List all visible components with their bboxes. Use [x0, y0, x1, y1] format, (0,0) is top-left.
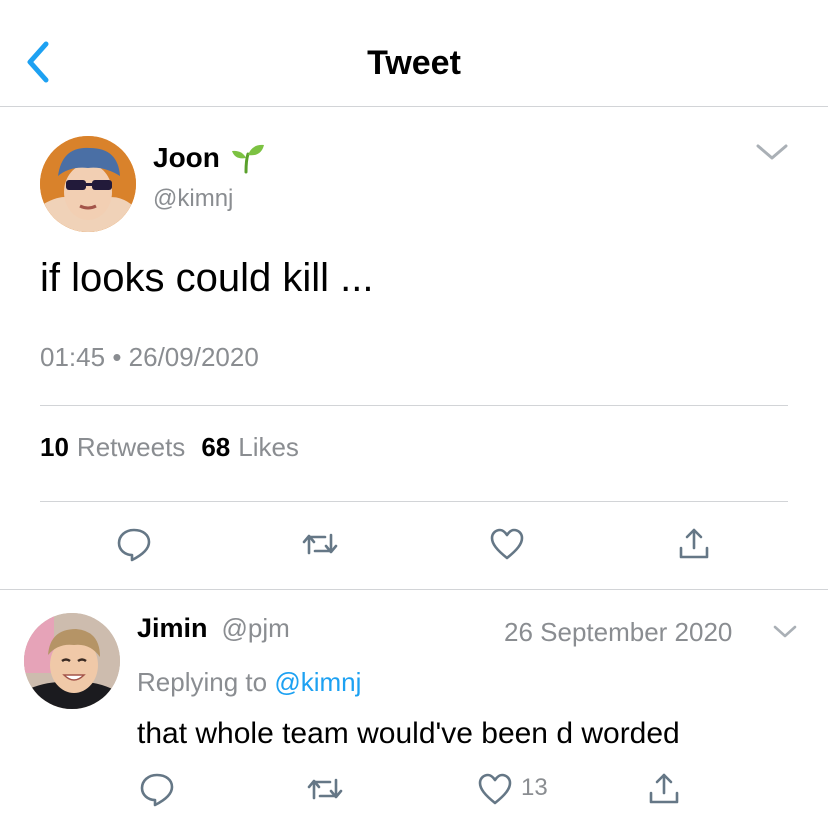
share-icon	[649, 773, 679, 804]
share-button[interactable]	[644, 769, 684, 809]
retweet-icon	[302, 533, 338, 555]
avatar[interactable]	[24, 613, 120, 709]
chevron-down-icon	[756, 144, 788, 160]
retweets-label: Retweets	[76, 432, 186, 462]
reply-like-count: 13	[521, 774, 548, 801]
avatar-image	[24, 613, 120, 709]
avatar[interactable]	[40, 136, 136, 232]
mention-link[interactable]: @kimnj	[274, 667, 361, 697]
reply-button[interactable]	[137, 769, 177, 809]
reply-date: 26 September 2020	[504, 617, 733, 647]
reply-header: Jimin @pjm	[137, 613, 290, 644]
retweets-count: 10	[40, 432, 69, 462]
author-name-row[interactable]: Joon	[153, 142, 266, 174]
replying-prefix: Replying to	[137, 667, 268, 697]
seedling-icon	[231, 144, 264, 174]
reply-icon	[117, 528, 151, 562]
tweet-time: 01:45	[40, 342, 106, 372]
retweet-button[interactable]	[305, 769, 345, 809]
tweet-timestamp: 01:45 • 26/09/2020	[40, 342, 259, 373]
likes-stat[interactable]: 68 Likes	[201, 432, 299, 463]
retweets-stat[interactable]: 10 Retweets	[40, 432, 185, 463]
likes-label: Likes	[238, 432, 299, 462]
avatar-image	[40, 136, 136, 232]
heart-icon	[490, 528, 524, 560]
tweet-date: 26/09/2020	[128, 342, 259, 372]
divider	[40, 501, 788, 502]
share-icon	[679, 528, 709, 559]
tweet-text: if looks could kill ...	[40, 256, 374, 300]
like-button[interactable]	[475, 769, 515, 809]
reply-tweet: Jimin @pjm 26 September 2020 Replying to…	[0, 591, 828, 824]
retweet-icon	[307, 778, 343, 800]
divider	[40, 405, 788, 406]
author-handle[interactable]: @kimnj	[153, 185, 233, 213]
like-button[interactable]	[487, 524, 527, 564]
retweet-button[interactable]	[300, 524, 340, 564]
meta-separator: •	[112, 342, 122, 372]
heart-icon	[478, 773, 512, 805]
top-bar: Tweet	[0, 0, 828, 107]
main-tweet: Joon @kimnj if looks could kill ... 01:4…	[0, 108, 828, 590]
tweet-stats: 10 Retweets 68 Likes	[40, 432, 299, 463]
reply-author-handle[interactable]: @pjm	[222, 613, 290, 644]
page-title: Tweet	[367, 44, 461, 82]
reply-options-button[interactable]	[772, 623, 798, 641]
author-name: Joon	[153, 142, 220, 173]
reply-text: that whole team would've been d worded	[137, 717, 680, 750]
reply-button[interactable]	[114, 524, 154, 564]
chevron-down-icon	[773, 625, 797, 638]
share-button[interactable]	[674, 524, 714, 564]
replying-to: Replying to @kimnj	[137, 667, 361, 698]
reply-author-name[interactable]: Jimin	[137, 613, 208, 644]
reply-icon	[140, 773, 174, 807]
likes-count: 68	[201, 432, 231, 462]
tweet-options-button[interactable]	[754, 140, 790, 164]
